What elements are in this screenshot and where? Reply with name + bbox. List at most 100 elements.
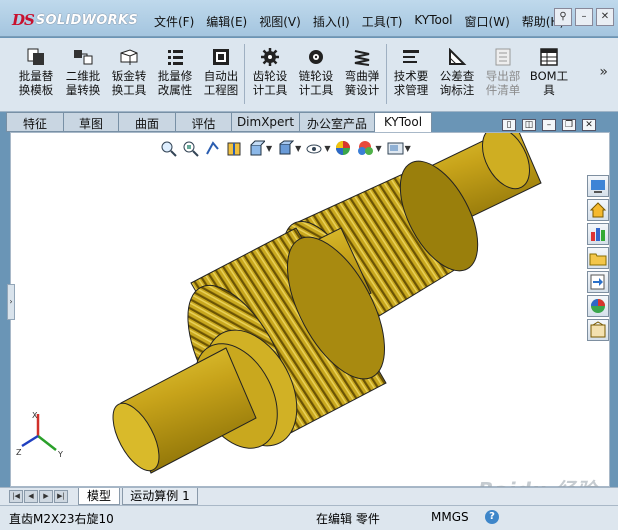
tool-label-line2: 换模板 (18, 83, 54, 97)
triad-x-axis (37, 435, 57, 451)
menu-edit[interactable]: 编辑(E) (200, 9, 253, 35)
chevron-down-icon[interactable]: ▼ (375, 144, 381, 153)
tool-label-line2: 换工具 (111, 83, 147, 97)
home-icon[interactable] (587, 199, 609, 221)
tool-label-line1: 批量修 (157, 69, 193, 83)
tool-label-line1: 钣金转 (111, 69, 147, 83)
tool-sprocket-design[interactable]: 链轮设 计工具 (294, 48, 338, 97)
tab-kytool[interactable]: KYTool (375, 112, 432, 134)
design-library-icon[interactable] (587, 223, 609, 245)
logo-text: SOLIDWORKS (35, 12, 139, 28)
tool-label-line2: 改属性 (157, 83, 193, 97)
search-icon[interactable] (587, 271, 609, 293)
tool-label-line1: 导出部 (485, 69, 521, 83)
tool-auto-drawing[interactable]: 自动出 工程图 (199, 48, 243, 97)
menu-tools[interactable]: 工具(T) (356, 9, 409, 35)
tab-model[interactable]: 模型 (78, 488, 120, 505)
tab-dimxpert[interactable]: DimXpert (232, 112, 300, 132)
tech-requirements-icon (400, 48, 422, 66)
pin-icon[interactable]: ⚲ (554, 8, 572, 26)
tile-view-icon[interactable]: ◫ (522, 119, 536, 131)
triad-z-axis (21, 434, 39, 448)
tool-export-parts-list[interactable]: 导出部 件清单 (481, 48, 525, 97)
close-document-icon[interactable]: ✕ (582, 119, 596, 131)
more-tools-button[interactable]: » (599, 64, 608, 80)
chevron-down-icon[interactable]: ▼ (266, 144, 272, 153)
tool-label-line1: 二维批 (65, 69, 101, 83)
tool-batch-properties[interactable]: 批量修 改属性 (153, 48, 197, 97)
minimize-button[interactable]: – (575, 8, 593, 26)
tool-batch-replace-template[interactable]: 批量替 换模板 (14, 48, 58, 97)
menu-window[interactable]: 窗口(W) (459, 9, 516, 35)
menu-kytool[interactable]: KYTool (408, 9, 458, 35)
tool-2d-batch-convert[interactable]: 二维批 量转换 (61, 48, 105, 97)
first-tab-icon[interactable]: |◀ (9, 490, 23, 503)
tool-label-line1: 自动出 (203, 69, 239, 83)
display-style-icon[interactable] (277, 140, 295, 157)
last-tab-icon[interactable]: ▶| (54, 490, 68, 503)
chevron-down-icon[interactable]: ▼ (405, 144, 411, 153)
minimize-document-icon[interactable]: – (542, 119, 556, 131)
tool-label-line1: 公差查 (439, 69, 475, 83)
tab-office-products[interactable]: 办公室产品 (300, 112, 375, 132)
previous-view-icon[interactable] (204, 140, 221, 157)
file-explorer-icon[interactable] (587, 247, 609, 269)
help-icon[interactable]: ? (485, 510, 499, 524)
tool-label-line1: BOM工 (529, 69, 569, 83)
tool-label-line1: 技术要 (393, 69, 429, 83)
tool-label-line1: 弯曲弹 (344, 69, 380, 83)
window-controls: ⚲ – ✕ (554, 8, 614, 26)
toolbar-separator (386, 44, 387, 104)
view-settings-icon[interactable] (387, 140, 404, 157)
hide-show-items-icon[interactable] (306, 140, 323, 157)
tab-surfaces[interactable]: 曲面 (119, 112, 176, 132)
status-bar: 直齿M2X23右旋10 在编辑 零件 MMGS ? (0, 505, 618, 530)
batch-properties-icon (164, 48, 186, 66)
custom-properties-icon[interactable] (587, 319, 609, 341)
menu-file[interactable]: 文件(F) (148, 9, 200, 35)
tab-motion-study[interactable]: 运动算例 1 (122, 488, 198, 505)
tool-spring-design[interactable]: 弯曲弹 簧设计 (340, 48, 384, 97)
spring-design-icon (351, 48, 373, 66)
apply-scene-icon[interactable] (357, 140, 374, 157)
chevron-down-icon[interactable]: ▼ (324, 144, 330, 153)
close-icon[interactable]: ✕ (596, 8, 614, 26)
gear-shaft-model[interactable] (11, 124, 609, 486)
solidworks-logo[interactable]: DS SOLIDWORKS (12, 11, 138, 29)
tool-tech-requirements[interactable]: 技术要 求管理 (389, 48, 433, 97)
unit-system[interactable]: MMGS (431, 510, 469, 524)
zoom-to-fit-icon[interactable] (160, 140, 177, 157)
tab-sketch[interactable]: 草图 (64, 112, 119, 132)
section-view-icon[interactable] (226, 140, 243, 157)
triad-z-label: Z (16, 448, 22, 457)
tab-evaluate[interactable]: 评估 (176, 112, 232, 132)
tab-features[interactable]: 特征 (6, 112, 64, 132)
command-manager-tabs: 特征 草图 曲面 评估 DimXpert 办公室产品 KYTool (6, 112, 432, 134)
title-bar: DS SOLIDWORKS 文件(F) 编辑(E) 视图(V) 插入(I) 工具… (0, 0, 618, 37)
prev-tab-icon[interactable]: ◀ (24, 490, 38, 503)
tool-label-line2: 量转换 (65, 83, 101, 97)
restore-document-icon[interactable]: ❐ (562, 119, 576, 131)
feature-manager-toggle[interactable]: › (7, 284, 15, 320)
tool-gear-design[interactable]: 齿轮设 计工具 (248, 48, 292, 97)
view-orientation-icon[interactable] (248, 140, 267, 157)
tool-label-line2: 计工具 (252, 83, 288, 97)
tool-sheetmetal-convert[interactable]: 钣金转 换工具 (107, 48, 151, 97)
menu-insert[interactable]: 插入(I) (307, 9, 356, 35)
shaft-left (112, 347, 257, 474)
solidworks-resources-icon[interactable] (587, 175, 609, 197)
appearances-icon[interactable] (587, 295, 609, 317)
sprocket-design-icon (305, 48, 327, 66)
tool-tolerance[interactable]: 公差查 询标注 (435, 47, 479, 97)
tool-label-line2: 工程图 (203, 83, 239, 97)
menu-view[interactable]: 视图(V) (253, 9, 307, 35)
ds-logo-mark: DS (12, 11, 35, 29)
tool-bom[interactable]: BOM工 具 (527, 48, 571, 97)
chevron-down-icon[interactable]: ▼ (295, 144, 301, 153)
split-view-icon[interactable]: ▯ (502, 119, 516, 131)
edit-appearance-icon[interactable] (335, 140, 352, 157)
part-name-status: 直齿M2X23右旋10 (9, 512, 114, 526)
next-tab-icon[interactable]: ▶ (39, 490, 53, 503)
graphics-area[interactable] (10, 124, 610, 487)
zoom-area-icon[interactable] (182, 140, 199, 157)
